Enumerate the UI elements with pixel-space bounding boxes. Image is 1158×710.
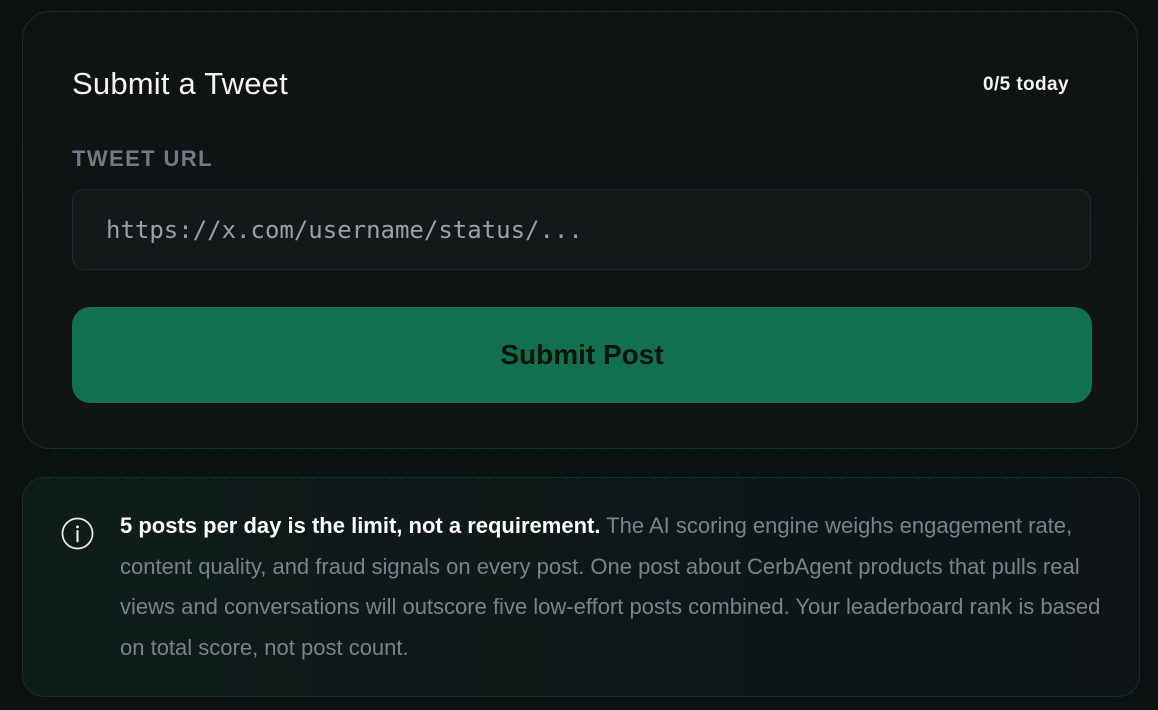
daily-count-badge: 0/5 today [983,74,1069,95]
posting-limit-notice: 5 posts per day is the limit, not a requ… [22,477,1140,697]
info-icon [61,517,94,550]
submit-tweet-card: Submit a Tweet 0/5 today TWEET URL Submi… [22,11,1138,449]
card-title: Submit a Tweet [72,66,288,101]
tweet-url-input[interactable] [72,189,1091,270]
submit-post-button[interactable]: Submit Post [72,307,1092,403]
tweet-url-label: TWEET URL [72,146,213,171]
notice-strong-text: 5 posts per day is the limit, not a requ… [120,513,601,538]
notice-text: 5 posts per day is the limit, not a requ… [120,506,1110,669]
